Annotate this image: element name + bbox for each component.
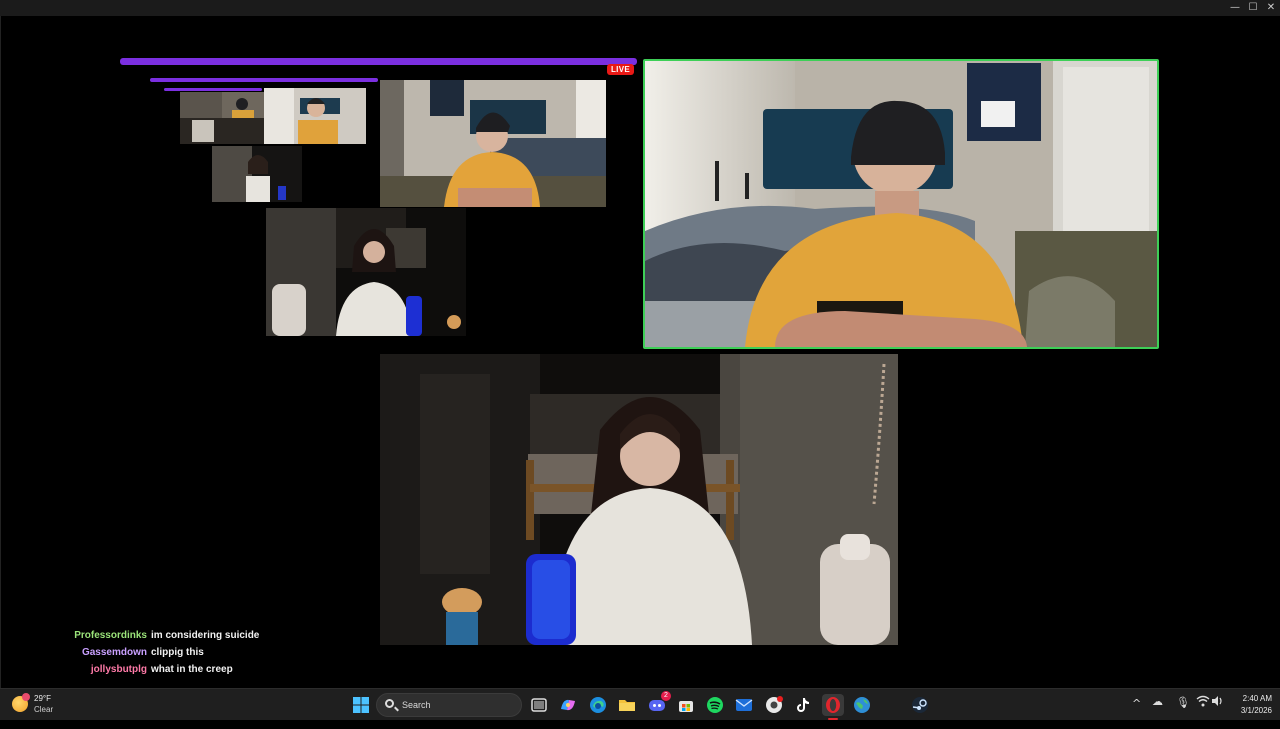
search-label: Search [402,700,431,710]
weather-condition: Clear [34,705,54,714]
task-view-icon[interactable] [528,694,550,716]
windows-logo-icon [353,697,369,713]
clock-time[interactable]: 2:40 AM [1232,694,1272,703]
nested-video-tile-small-3 [212,146,302,202]
opera-icon[interactable] [822,694,844,720]
start-button[interactable] [350,694,372,716]
speaker-icon[interactable] [1211,695,1223,727]
chat-username: jollysbutplg [90,664,147,675]
copilot-icon[interactable] [557,694,579,716]
search-icon [385,699,394,708]
taskbar-search[interactable]: Search [376,693,522,717]
onedrive-cloud-icon[interactable]: ☁ [1152,695,1163,727]
participant-video-girl [380,354,898,645]
live-badge: LIVE [607,64,634,75]
nested-video-tile-guy [380,80,606,207]
close-button[interactable]: ✕ [1260,0,1280,16]
weather-temp: 29°F [34,694,51,703]
chat-username: Professordinks [74,630,147,641]
clock-date[interactable]: 3/1/2026 [1232,706,1272,715]
chat-text: clippig this [151,647,204,658]
spotify-icon[interactable] [704,694,726,716]
nested-stream-bar-3 [164,88,262,91]
nested-video-tile-small-1 [180,92,264,144]
nested-stream-bar [120,58,637,65]
globe-icon[interactable] [851,694,873,716]
edge-icon[interactable] [587,694,609,716]
wifi-icon[interactable] [1196,695,1210,727]
store-icon[interactable] [675,694,697,716]
tiktok-icon[interactable] [792,694,814,716]
discord-badge: 2 [661,691,671,701]
nested-stream-bar-2 [150,78,378,82]
active-speaker-frame [643,59,1159,349]
chat-text: what in the creep [151,664,233,675]
nested-video-tile-small-2 [264,88,366,144]
window-titlebar: — ☐ ✕ [0,0,1280,16]
chat-text: im considering suicide [151,630,260,641]
notification-badge-icon [22,693,30,701]
folder-icon[interactable] [616,694,638,716]
nested-video-tile-girl [266,208,466,336]
mail-icon[interactable] [733,694,755,716]
chat-username: Gassemdown [81,647,147,658]
chevron-up-icon[interactable]: ^ [1132,697,1141,729]
discord-icon[interactable]: 2 [646,691,671,716]
chrome-like-icon[interactable] [763,694,785,716]
microphone-icon[interactable]: 🎙 [1176,696,1190,728]
taskbar: 29°F Clear Search 2 ^ ☁ 🎙 2:40 AM 3/1/20… [0,688,1280,720]
steam-icon[interactable] [909,694,931,716]
